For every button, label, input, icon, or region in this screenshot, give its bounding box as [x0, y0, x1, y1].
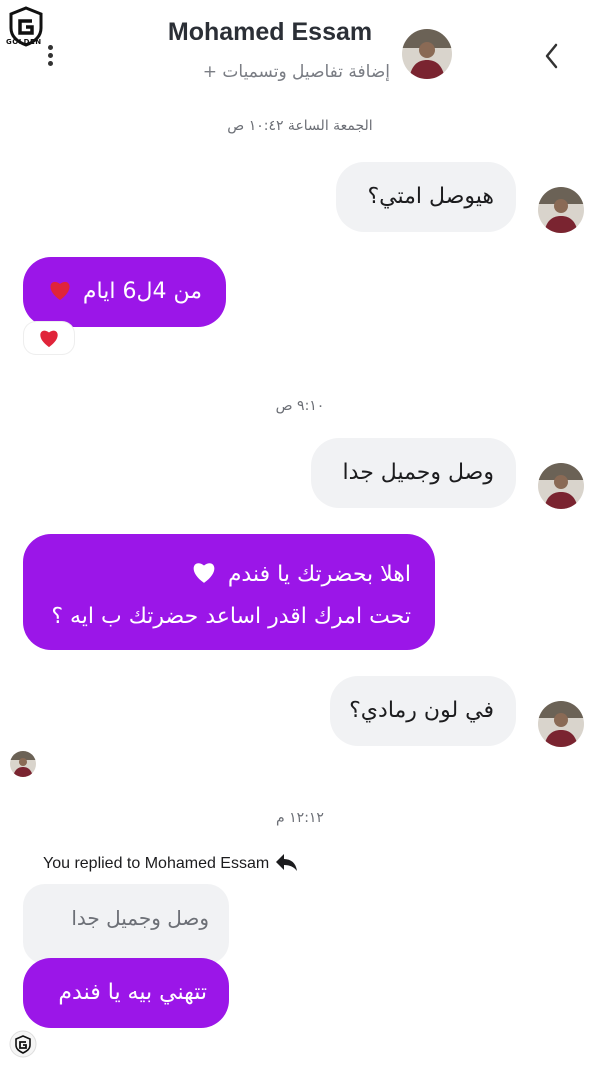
heart-icon — [40, 330, 58, 348]
reply-label: You replied to Mohamed Essam — [43, 855, 270, 872]
avatar[interactable] — [537, 186, 585, 234]
message-text: هيوصل امتي؟ — [367, 184, 495, 209]
timestamp: ١٢:١٢ م — [276, 810, 324, 826]
message-text: تتهني بيه يا فندم — [58, 980, 207, 1005]
contact-name: Mohamed Essam — [167, 18, 373, 46]
more-options-icon[interactable] — [40, 42, 60, 72]
white-heart-icon — [193, 563, 215, 583]
avatar[interactable] — [537, 462, 585, 510]
message-bubble-incoming[interactable]: وصل وجميل جدا — [311, 438, 516, 508]
message-bubble-outgoing[interactable]: من 4ل6 ايام — [23, 257, 226, 327]
reply-indicator: You replied to Mohamed Essam — [43, 852, 373, 876]
reply-arrow-icon — [276, 854, 298, 871]
add-details-link[interactable]: + إضافة تفاصيل وتسميات — [140, 62, 390, 82]
back-chevron-icon[interactable] — [538, 36, 566, 76]
quoted-text: وصل وجميل جدا — [71, 906, 209, 930]
contact-avatar[interactable] — [401, 28, 453, 80]
avatar[interactable] — [537, 700, 585, 748]
logo-wordmark: GOLDEN — [6, 38, 42, 46]
quoted-message[interactable]: وصل وجميل جدا — [23, 884, 229, 964]
message-text: تحت امرك اقدر اساعد حضرتك ب ايه ؟ — [51, 604, 411, 629]
message-bubble-incoming[interactable]: هيوصل امتي؟ — [336, 162, 516, 232]
message-text: اهلا بحضرتك يا فندم — [227, 562, 411, 587]
message-bubble-outgoing[interactable]: تتهني بيه يا فندم — [23, 958, 229, 1028]
seen-avatar — [9, 1030, 37, 1058]
message-bubble-incoming[interactable]: في لون رمادي؟ — [330, 676, 516, 746]
message-text: في لون رمادي؟ — [349, 698, 494, 723]
message-text: وصل وجميل جدا — [342, 460, 494, 485]
seen-avatar — [10, 751, 36, 777]
timestamp: الجمعة الساعة ١٠:٤٢ ص — [227, 118, 373, 134]
heart-icon — [50, 281, 70, 300]
message-bubble-outgoing[interactable]: اهلا بحضرتك يا فندم تحت امرك اقدر اساعد … — [23, 534, 435, 650]
timestamp: ٩:١٠ ص — [275, 398, 325, 414]
reaction-badge[interactable] — [24, 322, 74, 354]
message-text: من 4ل6 ايام — [82, 279, 202, 304]
